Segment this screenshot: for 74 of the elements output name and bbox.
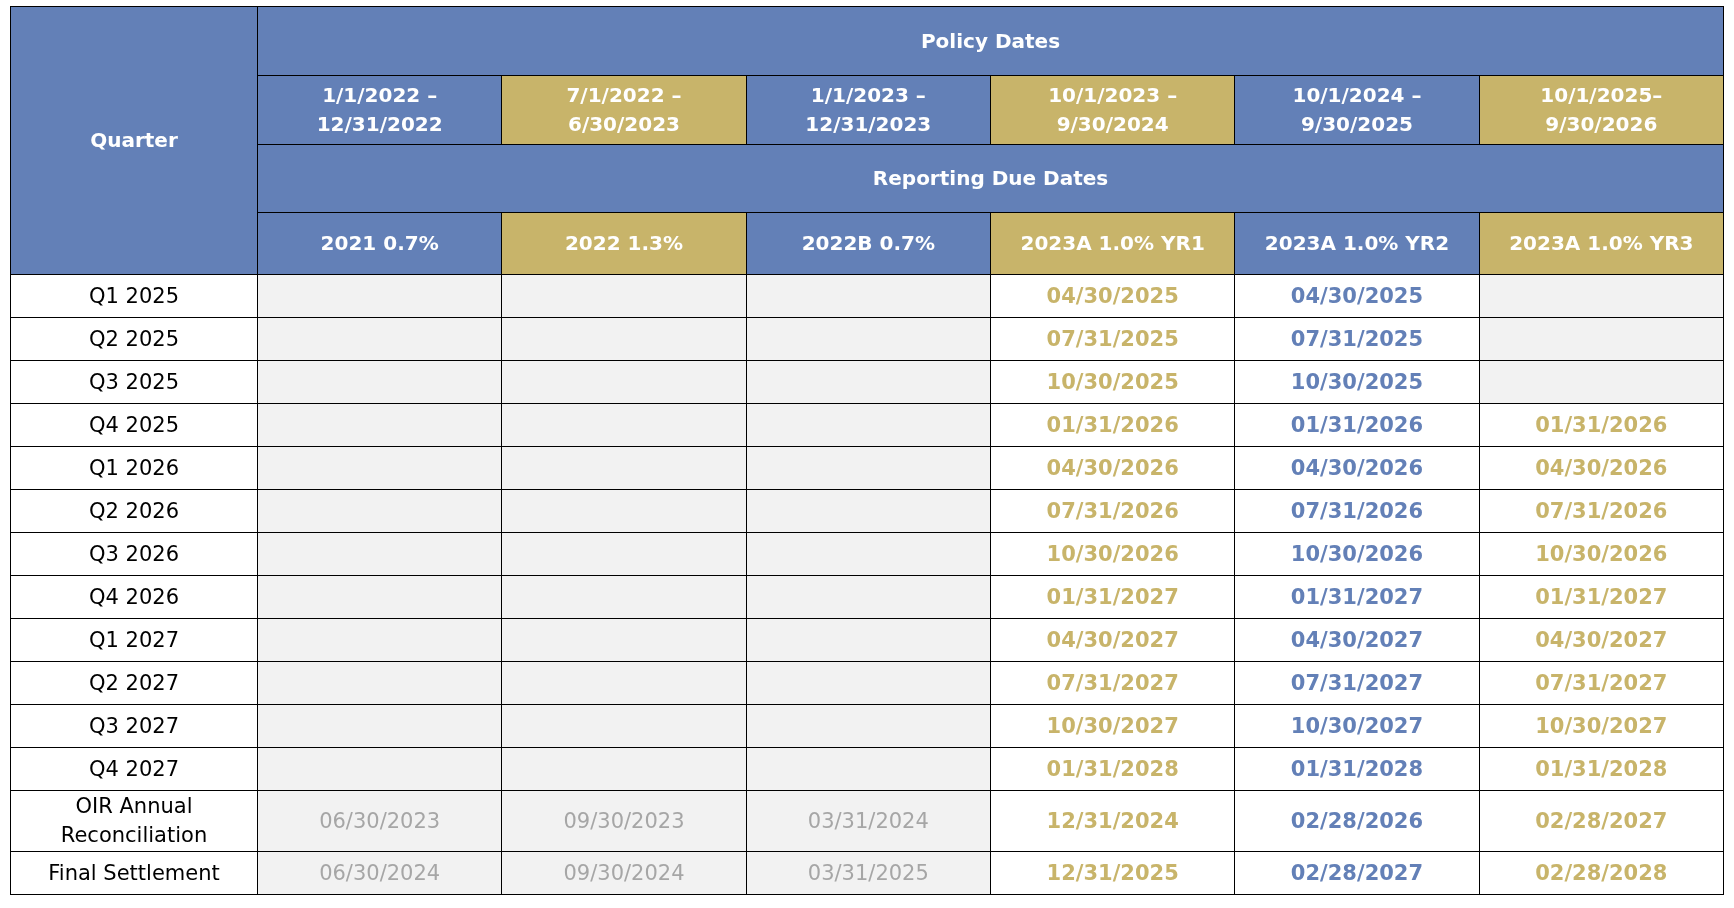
column-header: 10/1/2024 – 9/30/2025 [1234,75,1480,145]
column-header: Quarter [10,6,258,275]
table-cell: 10/30/2027 [990,704,1235,748]
row-label: Q4 2027 [10,747,258,791]
table-cell: 03/31/2024 [746,790,991,852]
column-header: 2021 0.7% [257,212,502,275]
table-cell: 07/31/2027 [1234,661,1480,705]
table-cell: 07/31/2026 [1234,489,1480,533]
table-cell: 10/30/2025 [1234,360,1480,404]
table-cell: 09/30/2023 [501,790,747,852]
table-cell: 01/31/2027 [1234,575,1480,619]
table-cell: 10/30/2025 [990,360,1235,404]
column-header: 2023A 1.0% YR3 [1479,212,1724,275]
row-label: Q2 2027 [10,661,258,705]
table-cell: 01/31/2026 [1479,403,1724,447]
table-cell: 02/28/2027 [1479,790,1724,852]
table-cell: 01/31/2028 [1479,747,1724,791]
table-cell: 07/31/2026 [990,489,1235,533]
row-label: Q3 2025 [10,360,258,404]
table-cell: 06/30/2023 [257,790,502,852]
table-cell: 02/28/2027 [1234,851,1480,895]
table-cell: 07/31/2026 [1479,489,1724,533]
column-header: 10/1/2025– 9/30/2026 [1479,75,1724,145]
table-cell: 10/30/2026 [1479,532,1724,576]
table-cell: 12/31/2024 [990,790,1235,852]
table-cell: 02/28/2026 [1234,790,1480,852]
table-cell: 07/31/2025 [1234,317,1480,361]
table-cell: 01/31/2028 [1234,747,1480,791]
table-cell: 03/31/2025 [746,851,991,895]
table-cell: 07/31/2027 [990,661,1235,705]
column-header: 2022 1.3% [501,212,747,275]
column-header: 2023A 1.0% YR2 [1234,212,1480,275]
table-cell: 07/31/2027 [1479,661,1724,705]
table-cell: 07/31/2025 [990,317,1235,361]
table-cell: 04/30/2025 [990,274,1235,318]
column-header: 10/1/2023 – 9/30/2024 [990,75,1235,145]
row-label: OIR Annual Reconciliation [10,790,258,852]
row-label: Q4 2026 [10,575,258,619]
column-header: 1/1/2023 – 12/31/2023 [746,75,991,145]
row-label: Q1 2027 [10,618,258,662]
table-cell: 01/31/2026 [1234,403,1480,447]
table-cell: 06/30/2024 [257,851,502,895]
row-label: Q4 2025 [10,403,258,447]
row-label: Final Settlement [10,851,258,895]
row-label: Q2 2026 [10,489,258,533]
row-label: Q2 2025 [10,317,258,361]
table-cell: 01/31/2026 [990,403,1235,447]
table-cell: 10/30/2027 [1234,704,1480,748]
row-label: Q1 2025 [10,274,258,318]
table-cell: 04/30/2026 [1234,446,1480,490]
table-cell: 04/30/2025 [1234,274,1480,318]
table-cell: 04/30/2027 [1479,618,1724,662]
row-label: Q3 2027 [10,704,258,748]
row-label: Q1 2026 [10,446,258,490]
table-cell: 02/28/2028 [1479,851,1724,895]
table-cell: 12/31/2025 [990,851,1235,895]
column-header: 7/1/2022 – 6/30/2023 [501,75,747,145]
table-cell: 04/30/2026 [990,446,1235,490]
group-header: Policy Dates [257,6,1724,76]
table-cell: 01/31/2027 [1479,575,1724,619]
table-cell: 10/30/2026 [990,532,1235,576]
table-cell: 10/30/2027 [1479,704,1724,748]
table-cell: 10/30/2026 [1234,532,1480,576]
column-header: 2022B 0.7% [746,212,991,275]
table-cell: 09/30/2024 [501,851,747,895]
table-cell: 04/30/2026 [1479,446,1724,490]
table-cell: 01/31/2027 [990,575,1235,619]
table-cell: 04/30/2027 [1234,618,1480,662]
table-cell: 04/30/2027 [990,618,1235,662]
column-header: 2023A 1.0% YR1 [990,212,1235,275]
row-label: Q3 2026 [10,532,258,576]
table-cell: 01/31/2028 [990,747,1235,791]
column-header: 1/1/2022 – 12/31/2022 [257,75,502,145]
group-header: Reporting Due Dates [257,144,1724,213]
